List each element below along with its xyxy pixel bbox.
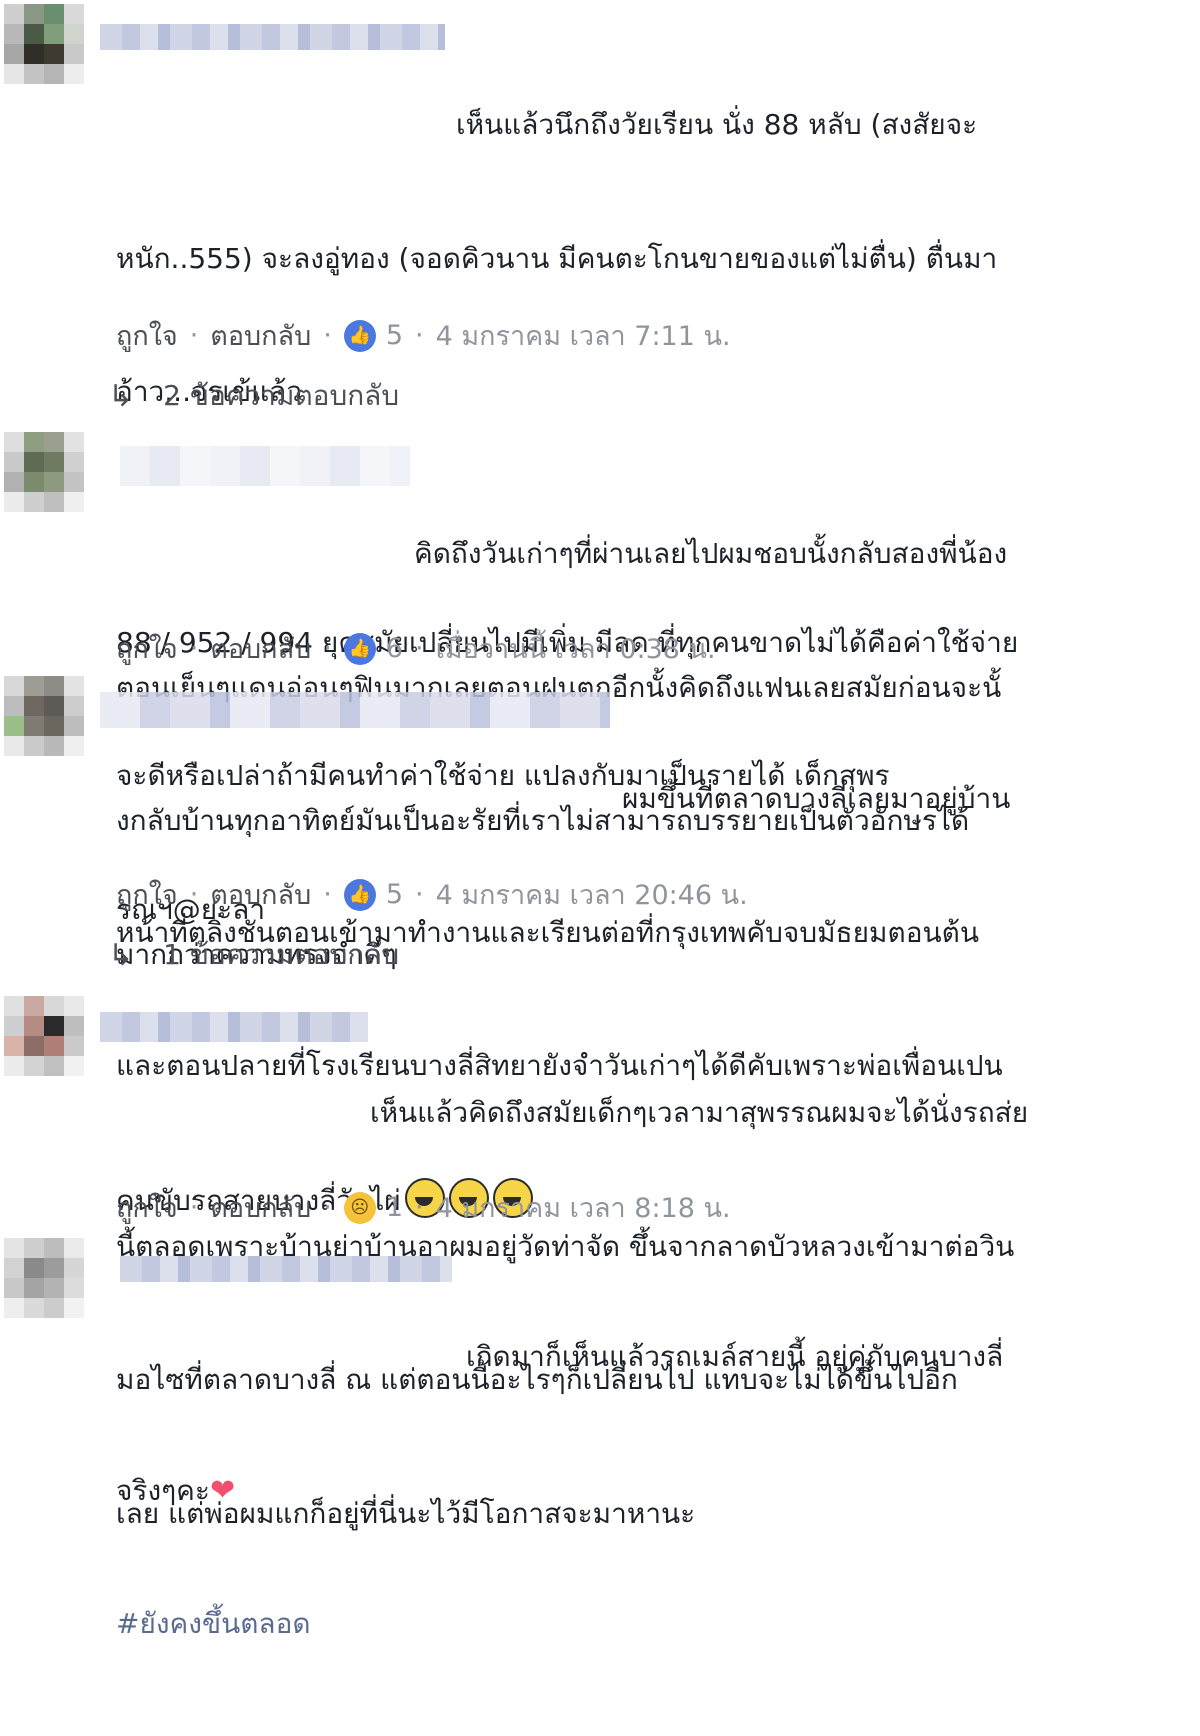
view-replies-link[interactable]: ↳ 2 ข้อความตอบกลับ — [108, 374, 399, 418]
separator: · — [415, 320, 424, 351]
avatar[interactable] — [4, 676, 84, 756]
separator: · — [189, 1192, 199, 1223]
like-link[interactable]: ถูกใจ — [116, 873, 178, 916]
reply-link[interactable]: ตอบกลับ — [210, 627, 311, 670]
separator: · — [323, 879, 332, 910]
replies-count[interactable]: 1 ข้อความตอบกลับ — [163, 933, 399, 977]
comment-line: ผมขึ้นที่ตลาดบางลี่เลยมาอยู่บ้าน — [622, 782, 1011, 815]
reply-link[interactable]: ตอบกลับ — [210, 314, 311, 357]
comment-line: จริงๆคะ❤ — [116, 1469, 1160, 1514]
comment-line: เห็นแล้วคิดถึงสมัยเด็กๆเวลามาสุพรรณผมจะไ… — [370, 1096, 1029, 1129]
separator: · — [323, 1192, 332, 1223]
hashtag-link[interactable]: #ยังคงขึ้นตลอด — [116, 1602, 1160, 1647]
comment-line-text: จริงๆคะ — [116, 1473, 210, 1507]
avatar[interactable] — [4, 432, 84, 512]
view-replies-link[interactable]: ↳ 1 ข้อความตอบกลับ — [108, 933, 399, 977]
separator: · — [189, 633, 199, 664]
separator: · — [189, 879, 199, 910]
separator: · — [415, 879, 424, 910]
separator: · — [415, 633, 424, 664]
reply-link[interactable]: ตอบกลับ — [210, 873, 311, 916]
comment-meta: ถูกใจ · ตอบกลับ · ☹ 1 · 4 มกราคม เวลา 8:… — [116, 1186, 731, 1229]
separator: · — [323, 633, 332, 664]
comment-line: คิดถึงวันเก่าๆที่ผ่านเลยไปผมชอบนั้งกลับส… — [414, 537, 1008, 570]
separator: · — [415, 1192, 424, 1223]
timestamp[interactable]: 4 มกราคม เวลา 20:46 น. — [436, 873, 748, 916]
like-link[interactable]: ถูกใจ — [116, 1186, 178, 1229]
comment-text: เกิดมาก็เห็นแล้วรถเมล์สายนี้ อยู่คู่กับค… — [116, 1246, 1160, 1736]
comment-meta: ถูกใจ · ตอบกลับ · 👍 6 · เมื่อวานนี้ เวลา… — [116, 627, 716, 670]
comment-line: เห็นแล้วนึกถึงวัยเรียน นั่ง 88 หลับ (สงส… — [456, 108, 978, 141]
like-icon[interactable]: 👍 — [343, 319, 376, 352]
comment-line: หนัก..555) จะลงอู่ทอง (จอดคิวนาน มีคนตะโ… — [116, 241, 998, 275]
reply-arrow-icon: ↳ — [108, 378, 134, 414]
reaction-count[interactable]: 5 — [386, 320, 403, 351]
reaction-count[interactable]: 5 — [386, 879, 403, 910]
comment-meta: ถูกใจ · ตอบกลับ · 👍 5 · 4 มกราคม เวลา 20… — [116, 873, 748, 916]
separator: · — [323, 320, 332, 351]
comment-line: เกิดมาก็เห็นแล้วรถเมล์สายนี้ อยู่คู่กับค… — [466, 1340, 1004, 1373]
heart-icon: ❤ — [209, 1472, 236, 1508]
timestamp[interactable]: 4 มกราคม เวลา 7:11 น. — [436, 314, 731, 357]
timestamp[interactable]: 4 มกราคม เวลา 8:18 น. — [436, 1186, 731, 1229]
comment-meta: ถูกใจ · ตอบกลับ · 👍 5 · 4 มกราคม เวลา 7:… — [116, 314, 731, 357]
avatar[interactable] — [4, 4, 84, 84]
reaction-count[interactable]: 1 — [386, 1192, 403, 1223]
reply-arrow-icon: ↳ — [108, 937, 134, 973]
avatar[interactable] — [4, 996, 84, 1076]
separator: · — [189, 320, 199, 351]
reaction-count[interactable]: 6 — [386, 633, 403, 664]
avatar[interactable] — [4, 1238, 84, 1318]
like-link[interactable]: ถูกใจ — [116, 314, 178, 357]
like-link[interactable]: ถูกใจ — [116, 627, 178, 670]
like-icon[interactable]: 👍 — [343, 632, 376, 665]
sad-face-icon[interactable]: ☹ — [343, 1191, 376, 1224]
like-icon[interactable]: 👍 — [343, 878, 376, 911]
timestamp[interactable]: เมื่อวานนี้ เวลา 0:38 น. — [436, 627, 716, 670]
reply-link[interactable]: ตอบกลับ — [210, 1186, 311, 1229]
replies-count[interactable]: 2 ข้อความตอบกลับ — [163, 374, 399, 418]
